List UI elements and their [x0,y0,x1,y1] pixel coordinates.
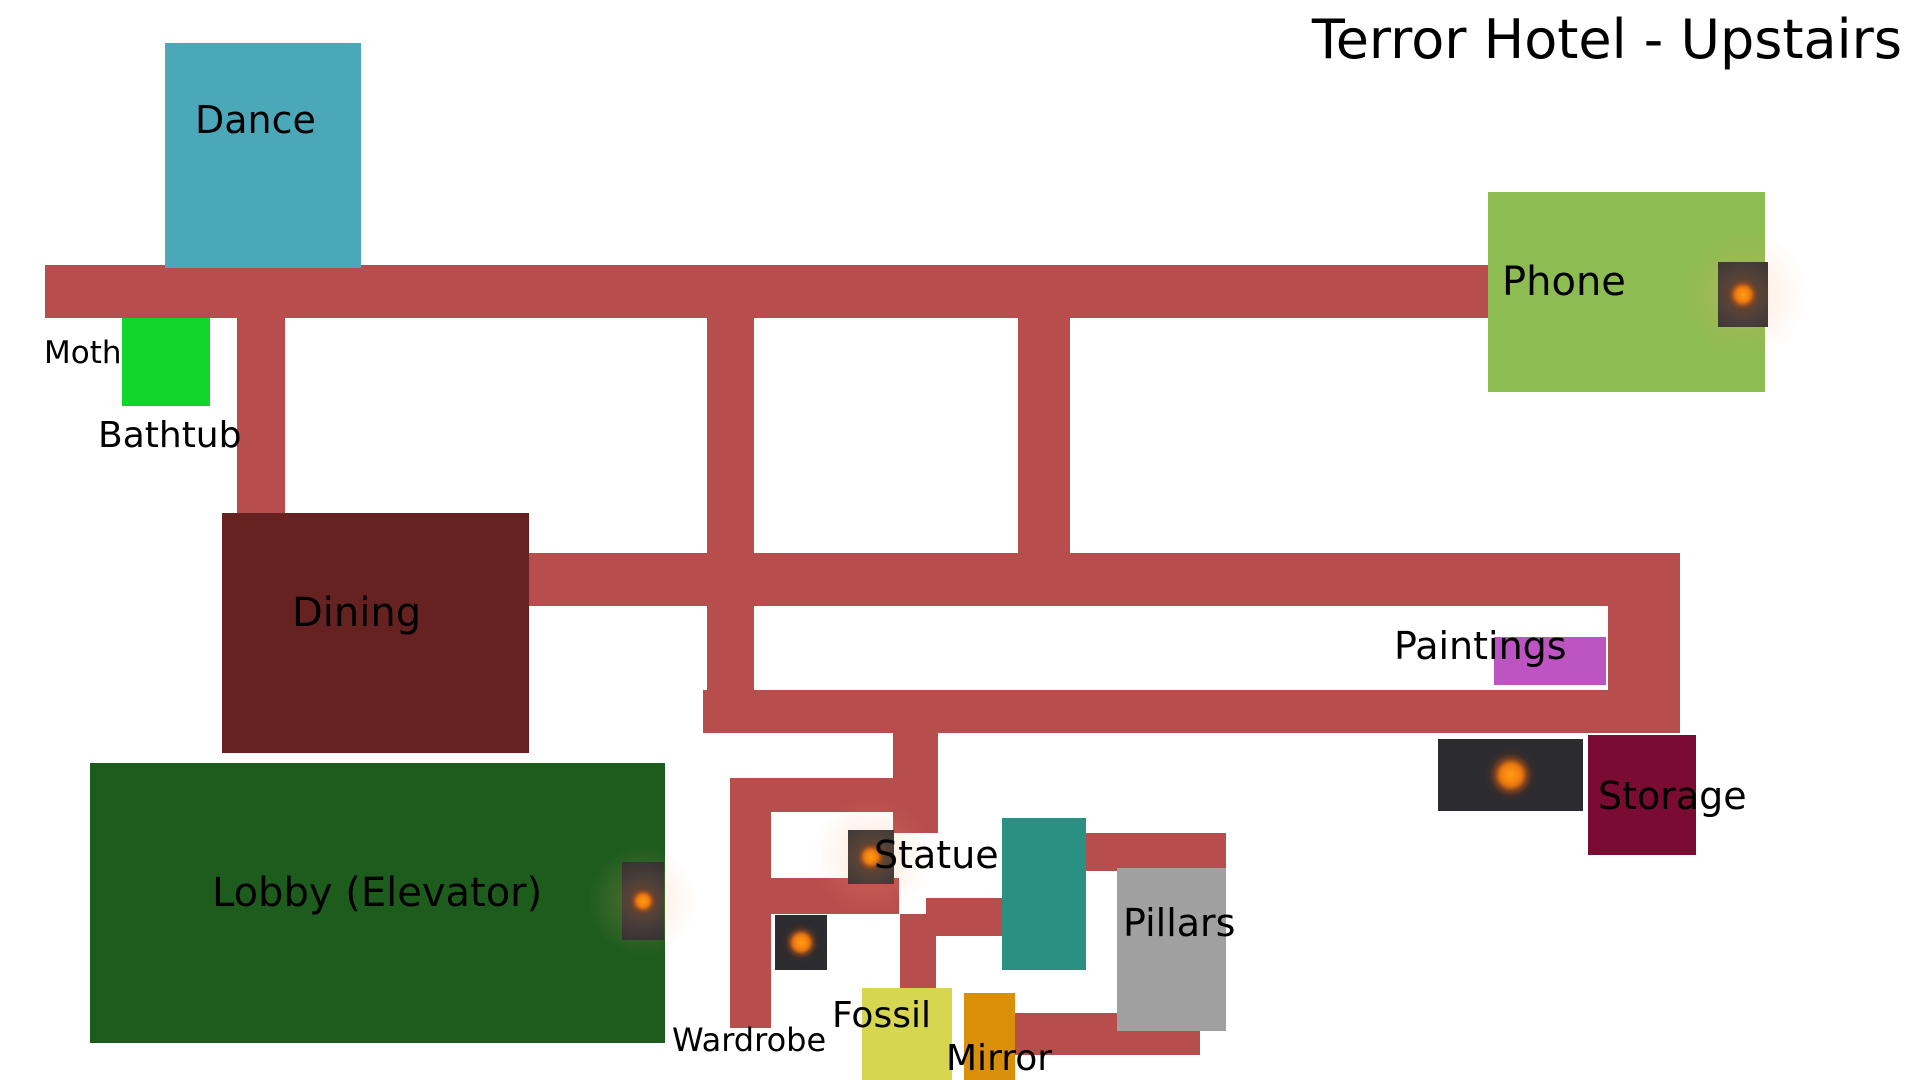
room-label-mirror: Mirror [946,1038,1053,1079]
room-label-dance: Dance [195,98,316,142]
wall-lower-corridor [703,690,1680,733]
room-label-wardrobe: Wardrobe [672,1021,827,1059]
page-title: Terror Hotel - Upstairs [1311,8,1902,71]
wall-wardrobe-top [771,778,899,812]
wall-left-vertical [237,318,285,521]
wall-top-corridor [45,265,1492,318]
light-storage-icon [1438,739,1583,811]
wall-wardrobe-vertical [730,778,771,1028]
wall-mid-vertical-b [1018,318,1070,575]
room-label-paintings: Paintings [1394,624,1567,668]
room-label-moth: Moth [44,335,122,371]
light-lobby-icon [622,862,664,940]
wall-mid-corridor [525,553,1680,606]
room-statue[interactable] [1002,818,1086,970]
room-label-phone: Phone [1502,259,1626,305]
hotel-map: Terror Hotel - Upstairs Dance Phone Moth Ba… [0,0,1920,1080]
room-label-storage: Storage [1598,774,1747,818]
wall-mid-vertical-c [707,606,754,691]
wall-pillars-top [1078,833,1226,871]
wall-statue-stub [926,898,1004,936]
light-phone-icon [1718,262,1768,327]
room-dance[interactable] [165,43,361,268]
room-label-bathtub: Bathtub [98,415,242,456]
room-label-fossil: Fossil [832,995,931,1036]
room-label-statue: Statue [874,833,999,877]
room-label-pillars: Pillars [1123,901,1236,945]
room-label-dining: Dining [292,590,422,636]
wall-statue-vertical [893,733,938,833]
wall-mid-vertical-a [707,318,754,575]
room-pillars[interactable] [1117,868,1226,1031]
room-moth[interactable] [122,318,210,406]
light-hall-icon [775,915,827,970]
room-label-lobby: Lobby (Elevator) [212,870,543,916]
